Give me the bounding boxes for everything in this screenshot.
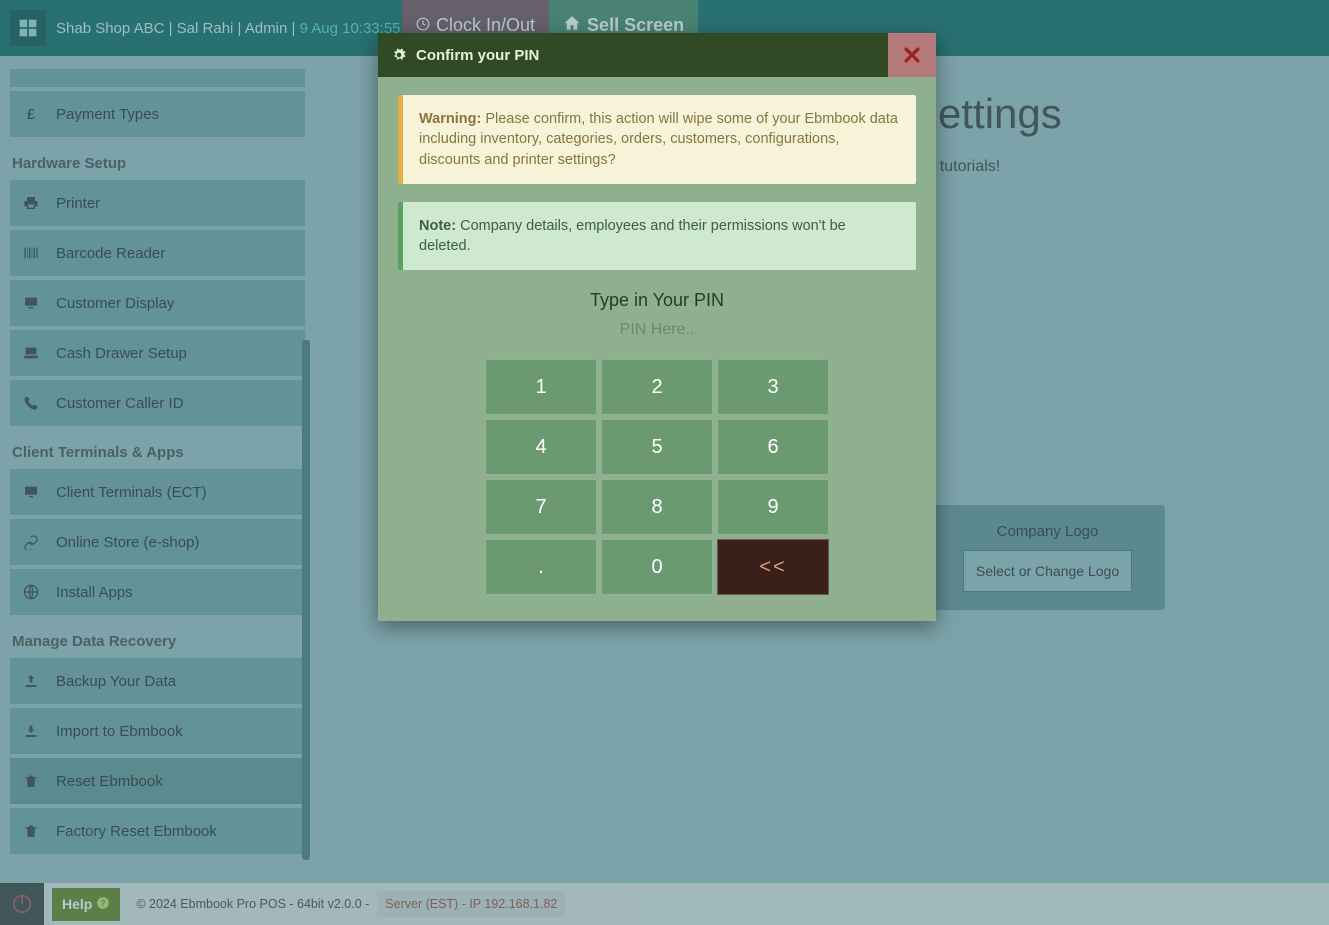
warning-text: Please confirm, this action will wipe so… [419,111,898,168]
keypad-7[interactable]: 7 [485,479,597,535]
modal-title: Confirm your PIN [416,47,539,64]
note-alert: Note: Company details, employees and the… [398,202,916,271]
pin-input[interactable] [398,321,916,339]
keypad-8[interactable]: 8 [601,479,713,535]
pin-modal: Confirm your PIN Warning: Please confirm… [378,33,936,621]
keypad-9[interactable]: 9 [717,479,829,535]
pin-prompt: Type in Your PIN [398,290,916,311]
warning-alert: Warning: Please confirm, this action wil… [398,95,916,184]
keypad: 1 2 3 4 5 6 7 8 9 . 0 << [398,359,916,595]
modal-header: Confirm your PIN [378,33,936,77]
keypad-4[interactable]: 4 [485,419,597,475]
note-text: Company details, employees and their per… [419,218,846,254]
gear-icon [392,48,406,62]
keypad-0[interactable]: 0 [601,539,713,595]
keypad-3[interactable]: 3 [717,359,829,415]
keypad-5[interactable]: 5 [601,419,713,475]
close-button[interactable] [888,33,936,77]
keypad-backspace[interactable]: << [717,539,829,595]
keypad-6[interactable]: 6 [717,419,829,475]
keypad-2[interactable]: 2 [601,359,713,415]
note-label: Note: [419,218,456,234]
close-icon [902,45,922,65]
keypad-1[interactable]: 1 [485,359,597,415]
warning-label: Warning: [419,111,481,127]
keypad-dot[interactable]: . [485,539,597,595]
